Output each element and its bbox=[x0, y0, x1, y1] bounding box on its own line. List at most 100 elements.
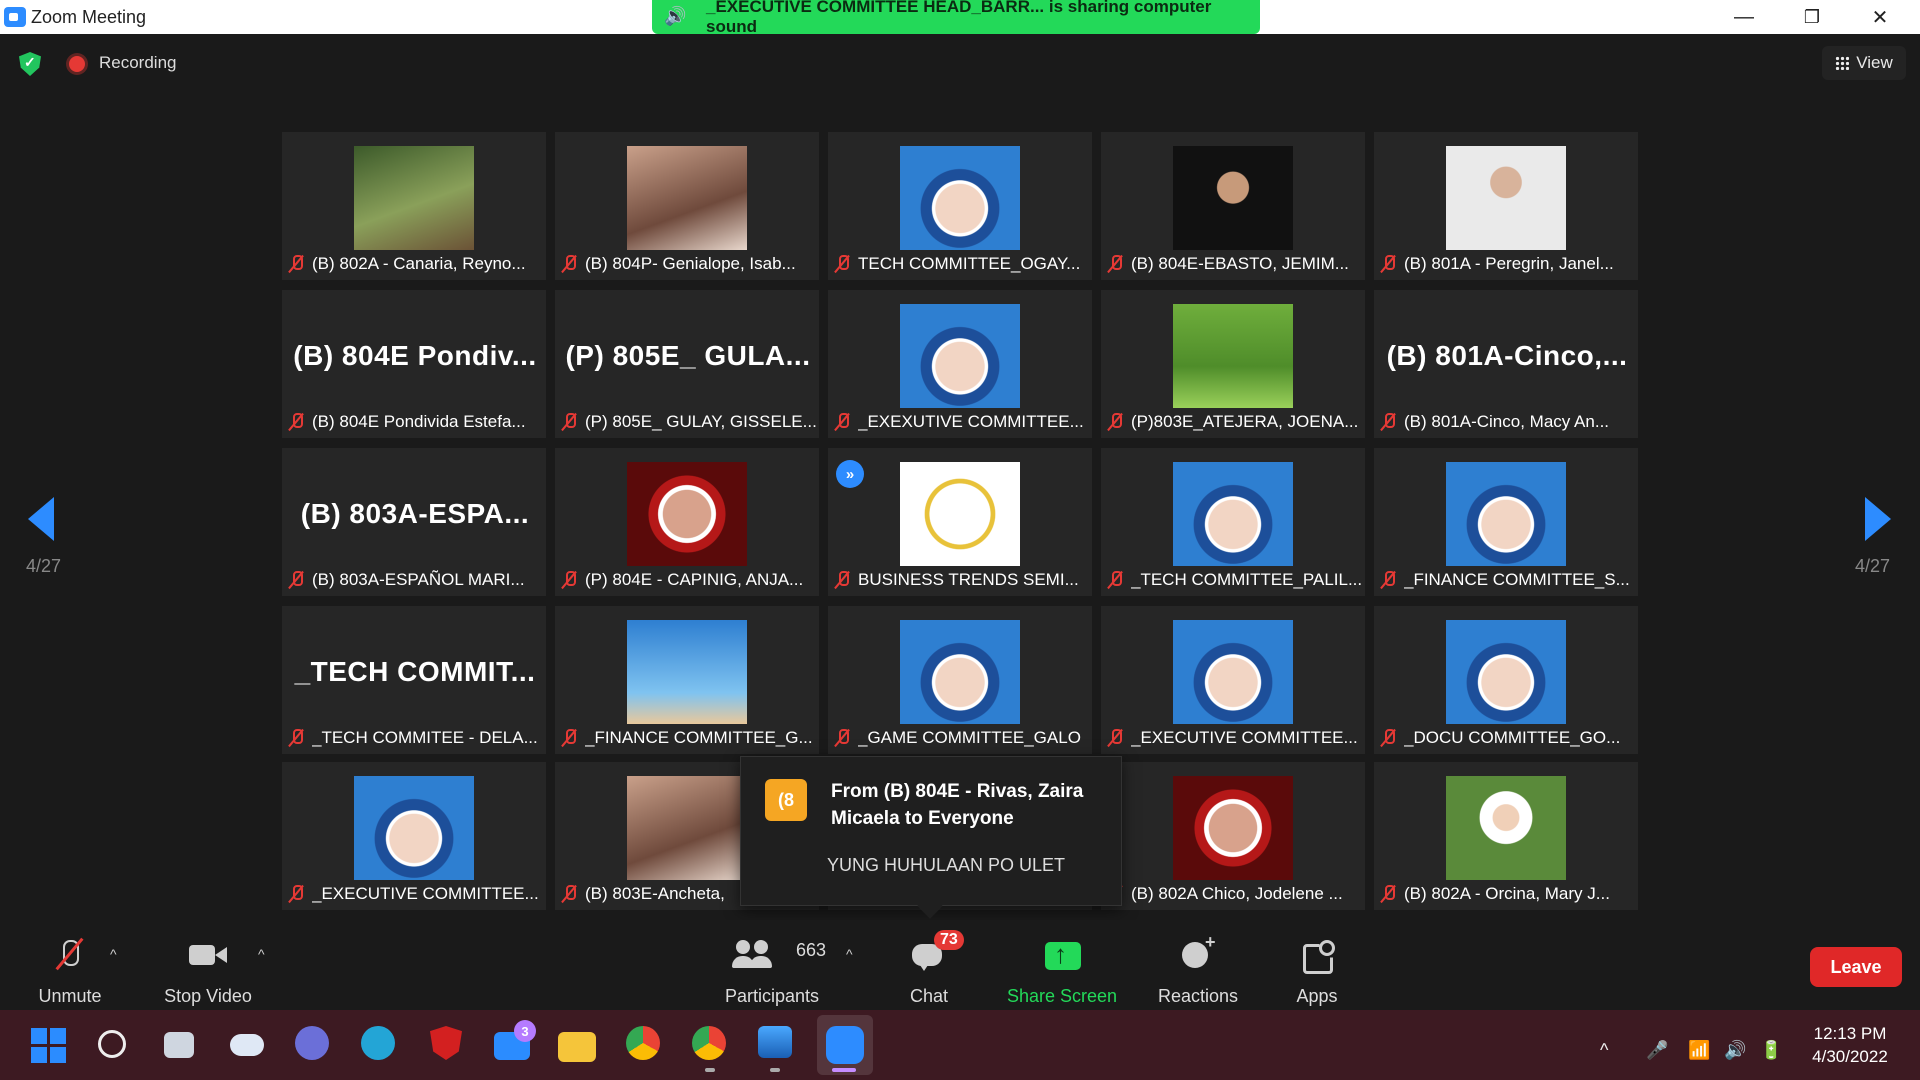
file-explorer-icon[interactable] bbox=[558, 1032, 596, 1062]
participant-tile[interactable]: TECH COMMITTEE_OGAY... bbox=[828, 132, 1092, 280]
muted-mic-icon bbox=[1380, 254, 1396, 274]
participant-tile[interactable]: _GAME COMMITTEE_GALO bbox=[828, 606, 1092, 754]
participant-tile[interactable]: _FINANCE COMMITTEE_S... bbox=[1374, 448, 1638, 596]
participant-tile[interactable]: _TECH COMMIT... _TECH COMMITEE - DELA... bbox=[282, 606, 546, 754]
next-page-arrow-icon[interactable] bbox=[1865, 497, 1891, 541]
participant-tile[interactable]: (B) 804E-EBASTO, JEMIM... bbox=[1101, 132, 1365, 280]
participant-name-bar: (B) 801A-Cinco, Macy An... bbox=[1374, 406, 1638, 438]
weather-icon[interactable] bbox=[230, 1034, 264, 1056]
chat-label: Chat bbox=[909, 986, 949, 1006]
share-screen-button[interactable]: Share Screen bbox=[1006, 920, 1118, 1010]
participant-name-bar: _EXEXUTIVE COMMITTEE... bbox=[828, 406, 1092, 438]
windows-start-icon[interactable] bbox=[31, 1028, 67, 1064]
participant-tile[interactable]: (B) 804P- Genialope, Isab... bbox=[555, 132, 819, 280]
participant-tile[interactable]: _DOCU COMMITTEE_GO... bbox=[1374, 606, 1638, 754]
participant-tile[interactable]: _TECH COMMITTEE_PALIL... bbox=[1101, 448, 1365, 596]
participant-name: (B) 802A - Canaria, Reyno... bbox=[312, 254, 526, 273]
participant-name: _EXECUTIVE COMMITTEE... bbox=[1131, 728, 1358, 747]
muted-mic-icon bbox=[1107, 728, 1123, 748]
participant-display-name: _TECH COMMIT... bbox=[294, 656, 536, 687]
participant-photo bbox=[1173, 146, 1293, 250]
participant-photo bbox=[627, 146, 747, 250]
battery-icon[interactable]: 🔋 bbox=[1760, 1040, 1782, 1061]
participant-display-name: (P) 805E_ GULA... bbox=[565, 340, 811, 371]
teams-icon[interactable] bbox=[295, 1026, 329, 1060]
unmute-button[interactable]: Unmute bbox=[30, 920, 110, 1010]
participant-tile[interactable]: » BUSINESS TRENDS SEMI... bbox=[828, 448, 1092, 596]
zoom-icon[interactable] bbox=[826, 1026, 864, 1064]
participants-options-chevron-icon[interactable]: ^ bbox=[846, 946, 853, 962]
chat-message: YUNG HUHULAAN PO ULET bbox=[827, 855, 1066, 875]
task-view-icon[interactable] bbox=[164, 1032, 194, 1058]
participant-tile[interactable]: (B) 801A-Cinco,... (B) 801A-Cinco, Macy A… bbox=[1374, 290, 1638, 438]
muted-mic-icon bbox=[1107, 254, 1123, 274]
page-indicator-right: 4/27 bbox=[1855, 556, 1891, 576]
wifi-icon[interactable]: 📶 bbox=[1688, 1040, 1710, 1061]
participant-name-bar: _EXECUTIVE COMMITTEE... bbox=[1101, 722, 1365, 754]
participant-name-bar: TECH COMMITTEE_OGAY... bbox=[828, 248, 1092, 280]
meeting-controls: Unmute ^ Stop Video ^ Participants 663 ^… bbox=[0, 920, 1920, 1010]
video-options-chevron-icon[interactable]: ^ bbox=[258, 946, 265, 962]
participant-photo bbox=[627, 776, 747, 880]
participant-tile[interactable]: (B) 803A-ESPA... (B) 803A-ESPAÑOL MARI... bbox=[282, 448, 546, 596]
audio-options-chevron-icon[interactable]: ^ bbox=[110, 946, 117, 962]
participants-button[interactable]: Participants bbox=[720, 920, 824, 1010]
minimize-button[interactable]: — bbox=[1710, 0, 1778, 34]
chat-notification[interactable]: (8 From (B) 804E - Rivas, Zaira Micaela … bbox=[740, 756, 1122, 906]
microphone-tray-icon[interactable]: 🎤 bbox=[1646, 1040, 1668, 1061]
recording-label: Recording bbox=[99, 53, 177, 72]
previous-page-arrow-icon[interactable] bbox=[28, 497, 54, 541]
mcafee-icon[interactable] bbox=[430, 1026, 462, 1060]
participant-tile[interactable]: (B) 802A - Canaria, Reyno... bbox=[282, 132, 546, 280]
edge-icon[interactable] bbox=[361, 1026, 395, 1060]
taskbar-clock[interactable]: 12:13 PM 4/30/2022 bbox=[1800, 1022, 1900, 1068]
participant-name-bar: (B) 802A Chico, Jodelene ... bbox=[1101, 878, 1365, 910]
view-button[interactable]: View bbox=[1822, 46, 1906, 80]
sharing-sound-banner[interactable]: 🔊 _EXECUTIVE COMMITTEE HEAD_BARR... is s… bbox=[652, 0, 1260, 36]
muted-mic-icon bbox=[561, 728, 577, 748]
participant-name: _EXEXUTIVE COMMITTEE... bbox=[858, 412, 1084, 431]
participant-tile[interactable]: (P) 804E - CAPINIG, ANJA... bbox=[555, 448, 819, 596]
participant-name: (B) 803E-Ancheta, bbox=[585, 884, 725, 903]
apps-button[interactable]: Apps bbox=[1290, 920, 1344, 1010]
sender-avatar: (8 bbox=[765, 779, 807, 821]
participant-tile[interactable]: _EXECUTIVE COMMITTEE... bbox=[282, 762, 546, 910]
participant-photo bbox=[1446, 146, 1566, 250]
participant-name-bar: _FINANCE COMMITTEE_S... bbox=[1374, 564, 1638, 596]
muted-mic-icon bbox=[1380, 728, 1396, 748]
participant-tile[interactable]: (B) 801A - Peregrin, Janel... bbox=[1374, 132, 1638, 280]
stop-video-button[interactable]: Stop Video bbox=[158, 920, 258, 1010]
show-hidden-icons-chevron-icon[interactable]: ^ bbox=[1600, 1040, 1608, 1061]
participant-tile[interactable]: (B) 802A Chico, Jodelene ... bbox=[1101, 762, 1365, 910]
active-app-indicator bbox=[832, 1068, 856, 1072]
participant-display-name: (B) 803A-ESPA... bbox=[300, 498, 530, 529]
chrome-icon[interactable] bbox=[626, 1026, 660, 1060]
participant-name: _FINANCE COMMITTEE_S... bbox=[1404, 570, 1630, 589]
photos-icon[interactable] bbox=[758, 1026, 792, 1058]
mail-unread-badge: 3 bbox=[514, 1020, 536, 1042]
participant-name-bar: (B) 804E Pondivida Estefa... bbox=[282, 406, 546, 438]
muted-mic-icon bbox=[834, 728, 850, 748]
leave-button[interactable]: Leave bbox=[1810, 947, 1902, 987]
reactions-button[interactable]: Reactions bbox=[1152, 920, 1244, 1010]
chat-unread-badge: 73 bbox=[934, 930, 964, 950]
participant-count: 663 bbox=[796, 940, 827, 960]
running-indicator bbox=[705, 1068, 715, 1072]
participant-name-bar: (P) 804E - CAPINIG, ANJA... bbox=[555, 564, 819, 596]
participant-tile[interactable]: (P)803E_ATEJERA, JOENA... bbox=[1101, 290, 1365, 438]
chrome-profile-icon[interactable] bbox=[692, 1026, 726, 1060]
participant-tile[interactable]: (B) 802A - Orcina, Mary J... bbox=[1374, 762, 1638, 910]
participant-tile[interactable]: _FINANCE COMMITTEE_G... bbox=[555, 606, 819, 754]
participant-name: _TECH COMMITEE - DELA... bbox=[312, 728, 538, 747]
participant-name-bar: BUSINESS TRENDS SEMI... bbox=[828, 564, 1092, 596]
participant-tile[interactable]: (P) 805E_ GULA... (P) 805E_ GULAY, GISSEL… bbox=[555, 290, 819, 438]
close-button[interactable]: ✕ bbox=[1846, 0, 1914, 34]
search-icon[interactable] bbox=[98, 1030, 126, 1058]
participant-tile[interactable]: _EXEXUTIVE COMMITTEE... bbox=[828, 290, 1092, 438]
restore-button[interactable]: ❐ bbox=[1778, 0, 1846, 34]
participant-photo bbox=[627, 620, 747, 724]
participant-tile[interactable]: _EXECUTIVE COMMITTEE... bbox=[1101, 606, 1365, 754]
participant-photo bbox=[1173, 462, 1293, 566]
participant-tile[interactable]: (B) 804E Pondiv... (B) 804E Pondivida Est… bbox=[282, 290, 546, 438]
volume-icon[interactable]: 🔊 bbox=[1724, 1040, 1746, 1061]
